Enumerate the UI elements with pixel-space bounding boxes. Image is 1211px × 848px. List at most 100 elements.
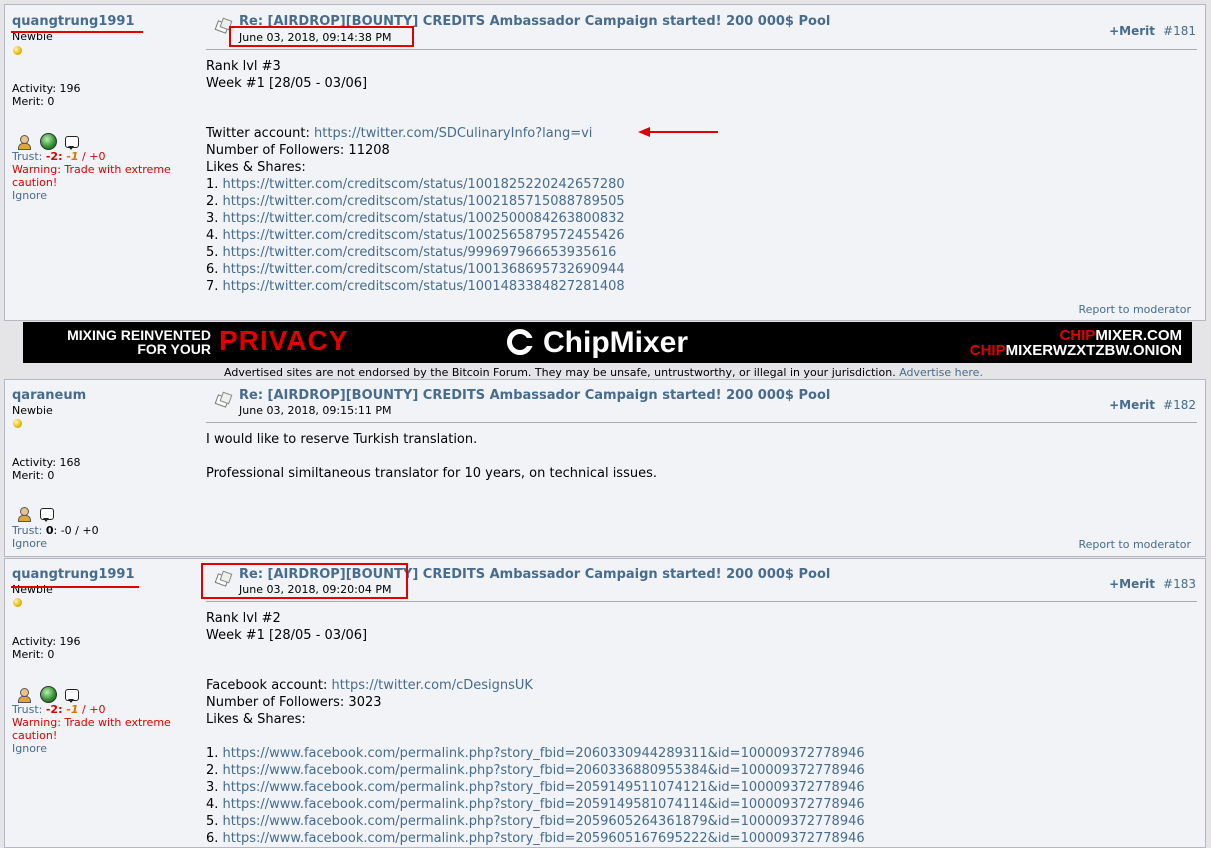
post-number-link[interactable]: #182: [1163, 398, 1196, 412]
advertise-link[interactable]: Advertise here.: [899, 366, 983, 379]
post-182: qaraneum Newbie Activity: 168 Merit: 0 T…: [4, 379, 1206, 557]
share-link[interactable]: https://www.facebook.com/permalink.php?s…: [223, 746, 865, 761]
facebook-account-line: Facebook account: https://twitter.com/cD…: [206, 678, 533, 693]
share-link[interactable]: https://twitter.com/creditscom/status/10…: [223, 211, 625, 226]
message-bubble-icon[interactable]: [39, 508, 54, 522]
chipmixer-ad-banner[interactable]: MIXING REINVENTED FOR YOUR PRIVACY ChipM…: [23, 322, 1192, 363]
share-item: 7. https://twitter.com/creditscom/status…: [206, 279, 625, 294]
share-item: 2. https://www.facebook.com/permalink.ph…: [206, 763, 865, 778]
report-to-moderator-link[interactable]: Report to moderator: [1078, 538, 1191, 551]
rank-coin-icon: [13, 46, 22, 55]
share-link[interactable]: https://www.facebook.com/permalink.php?s…: [223, 763, 865, 778]
share-item: 5. https://www.facebook.com/permalink.ph…: [206, 814, 865, 829]
post-divider: [206, 422, 1197, 423]
post-number-link[interactable]: #183: [1163, 577, 1196, 591]
share-link[interactable]: https://www.facebook.com/permalink.php?s…: [223, 797, 865, 812]
annotation-arrow-icon: [638, 127, 718, 137]
banner-privacy: PRIVACY: [219, 325, 349, 356]
post-181: quangtrung1991 Newbie Activity: 196 Meri…: [4, 4, 1206, 321]
share-item: 1. https://twitter.com/creditscom/status…: [206, 177, 625, 192]
share-link[interactable]: https://www.facebook.com/permalink.php?s…: [223, 831, 865, 846]
body-line: Professional similtaneous translator for…: [206, 466, 657, 481]
share-item: 6. https://www.facebook.com/permalink.ph…: [206, 831, 865, 846]
merit-count: Merit: 0: [12, 95, 55, 108]
share-link[interactable]: https://twitter.com/creditscom/status/10…: [223, 262, 625, 277]
merit-button[interactable]: +Merit #183: [1109, 577, 1196, 591]
post-divider: [206, 601, 1197, 602]
merit-button[interactable]: +Merit #181: [1109, 24, 1196, 38]
message-bubble-icon[interactable]: [65, 688, 79, 703]
facebook-account-link[interactable]: https://twitter.com/cDesignsUK: [332, 678, 533, 693]
body-line: Week #1 [28/05 - 03/06]: [206, 76, 368, 91]
body-line: Rank lvl #2: [206, 611, 281, 626]
post-subject-link[interactable]: Re: [AIRDROP][BOUNTY] CREDITS Ambassador…: [239, 388, 830, 403]
body-line: I would like to reserve Turkish translat…: [206, 432, 478, 447]
twitter-account-line: Twitter account: https://twitter.com/SDC…: [206, 126, 593, 141]
activity-count: Activity: 196: [12, 635, 81, 648]
ignore-link[interactable]: Ignore: [12, 537, 47, 550]
rank-coin-icon: [13, 598, 22, 607]
user-icons: [17, 686, 84, 703]
message-icon: [213, 393, 231, 407]
ignore-link[interactable]: Ignore: [12, 189, 47, 202]
chipmixer-logo-icon: [507, 329, 533, 355]
merit-count: Merit: 0: [12, 648, 55, 661]
post-divider: [206, 49, 1197, 50]
merit-count: Merit: 0: [12, 469, 55, 482]
share-link[interactable]: https://www.facebook.com/permalink.php?s…: [223, 780, 865, 795]
annotation-underline: [11, 31, 143, 33]
share-item: 2. https://twitter.com/creditscom/status…: [206, 194, 625, 209]
activity-count: Activity: 168: [12, 456, 81, 469]
share-link[interactable]: https://twitter.com/creditscom/status/10…: [223, 177, 625, 192]
body-line: Week #1 [28/05 - 03/06]: [206, 628, 368, 643]
report-to-moderator-link[interactable]: Report to moderator: [1078, 303, 1191, 316]
user-rank: Newbie: [12, 404, 53, 417]
annotation-underline: [11, 586, 139, 588]
user-rank: Newbie: [12, 583, 53, 596]
share-item: 6. https://twitter.com/creditscom/status…: [206, 262, 625, 277]
username-link[interactable]: quangtrung1991: [12, 14, 135, 29]
body-line: Rank lvl #3: [206, 59, 281, 74]
post-number-link[interactable]: #181: [1163, 24, 1196, 38]
activity-count: Activity: 196: [12, 82, 81, 95]
profile-icon[interactable]: [17, 134, 31, 150]
share-item: 1. https://www.facebook.com/permalink.ph…: [206, 746, 865, 761]
trust-warning-line1: Warning: Trade with extreme: [12, 716, 171, 729]
post-date: June 03, 2018, 09:15:11 PM: [239, 404, 392, 417]
body-line: Likes & Shares:: [206, 712, 306, 727]
banner-logo-text: ChipMixer: [543, 326, 689, 359]
twitter-account-link[interactable]: https://twitter.com/SDCulinaryInfo?lang=…: [314, 126, 592, 141]
share-item: 5. https://twitter.com/creditscom/status…: [206, 245, 617, 260]
username-link[interactable]: qaraneum: [12, 388, 86, 403]
trust-score: Trust: -2: -1 / +0: [12, 150, 106, 163]
ignore-link[interactable]: Ignore: [12, 742, 47, 755]
rank-coin-icon: [13, 419, 22, 428]
body-line: Likes & Shares:: [206, 160, 306, 175]
annotation-date-box: [229, 26, 414, 47]
share-link[interactable]: https://www.facebook.com/permalink.php?s…: [223, 814, 865, 829]
merit-button[interactable]: +Merit #182: [1109, 398, 1196, 412]
annotation-header-box: [201, 563, 408, 599]
trust-warning-line1: Warning: Trade with extreme: [12, 163, 171, 176]
share-item: 3. https://www.facebook.com/permalink.ph…: [206, 780, 865, 795]
website-globe-icon[interactable]: [39, 133, 57, 150]
profile-icon[interactable]: [17, 507, 31, 522]
trust-warning-line2: caution!: [12, 176, 58, 189]
share-link[interactable]: https://twitter.com/creditscom/status/10…: [223, 279, 625, 294]
trust-score: Trust: -2: -1 / +0: [12, 703, 106, 716]
banner-tagline: MIXING REINVENTED FOR YOUR: [67, 327, 211, 357]
username-link[interactable]: quangtrung1991: [12, 567, 135, 582]
message-bubble-icon[interactable]: [65, 135, 79, 150]
share-link[interactable]: https://twitter.com/creditscom/status/10…: [223, 194, 625, 209]
trust-score: Trust: 0: -0 / +0: [12, 524, 99, 537]
website-globe-icon[interactable]: [39, 686, 57, 703]
body-line: Number of Followers: 3023: [206, 695, 382, 710]
share-link[interactable]: https://twitter.com/creditscom/status/10…: [223, 228, 625, 243]
share-item: 4. https://twitter.com/creditscom/status…: [206, 228, 625, 243]
banner-domains: CHIPMIXER.COM CHIPMIXERWZXTZBW.ONION: [969, 327, 1182, 359]
user-icons: [17, 507, 59, 523]
share-link[interactable]: https://twitter.com/creditscom/status/99…: [223, 245, 617, 260]
ad-disclaimer: Advertised sites are not endorsed by the…: [224, 366, 983, 379]
profile-icon[interactable]: [17, 687, 31, 703]
share-item: 4. https://www.facebook.com/permalink.ph…: [206, 797, 865, 812]
